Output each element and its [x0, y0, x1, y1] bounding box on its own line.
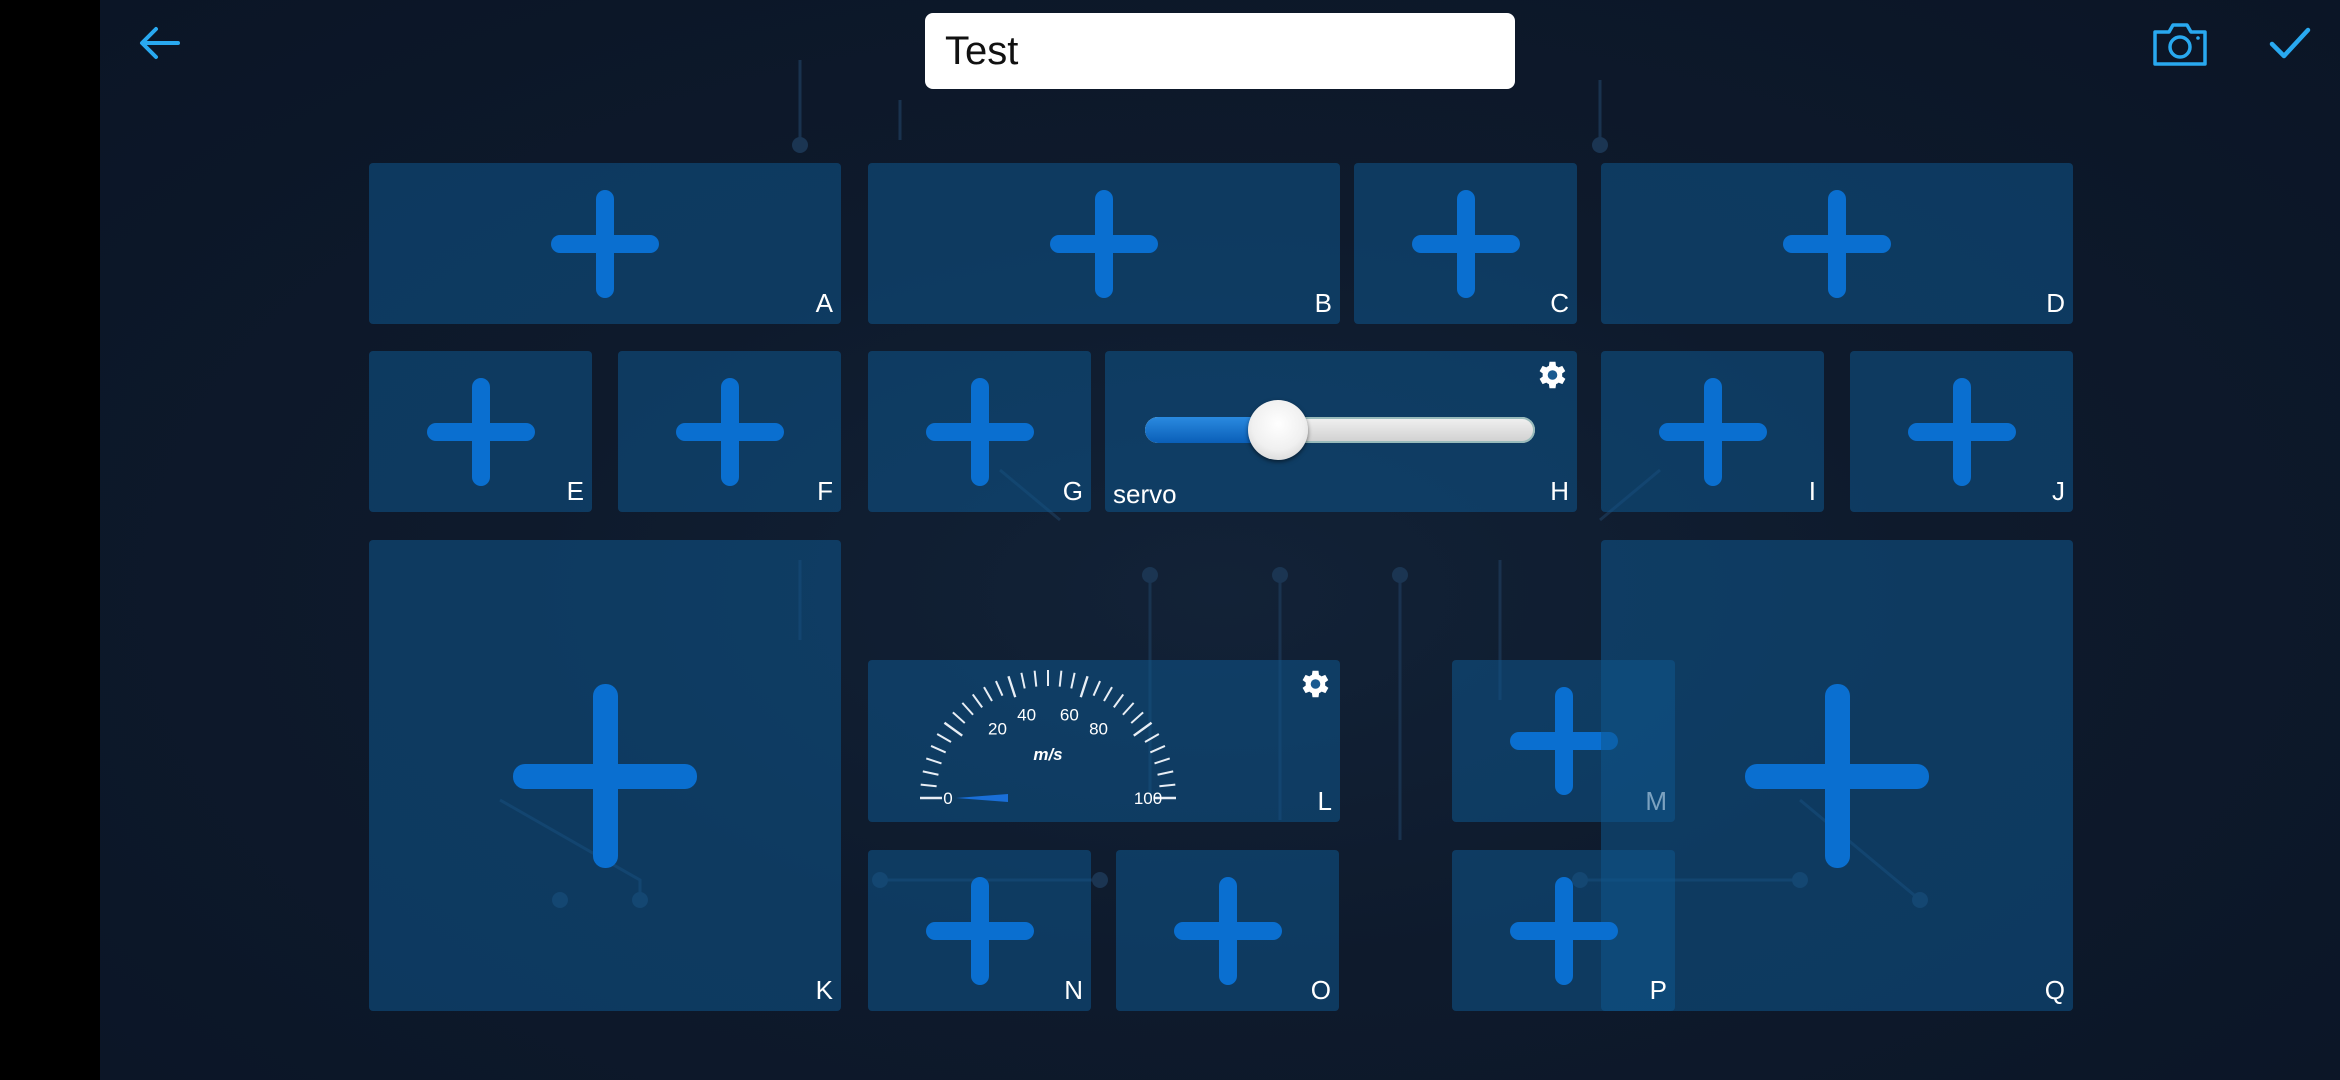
slot-label: D [2046, 288, 2065, 318]
dashboard-title-field[interactable] [925, 13, 1515, 89]
gauge-tick [1103, 686, 1113, 702]
slot-d[interactable]: D [1601, 163, 2073, 324]
plus-icon [513, 683, 697, 868]
gauge-tick [971, 693, 983, 708]
slot-label: B [1314, 288, 1332, 318]
slot-label: P [1649, 975, 1667, 1005]
gauge-tick [983, 686, 993, 702]
camera-icon [2153, 23, 2207, 66]
gauge-tick [922, 770, 939, 776]
slot-n[interactable]: N [868, 850, 1091, 1011]
speedometer-gauge: 0 20 40 60 80 100 m/s [920, 670, 1176, 808]
slot-label: K [815, 975, 833, 1005]
slot-label: E [566, 476, 584, 506]
slot-p[interactable]: P [1452, 850, 1675, 1011]
gauge-tick [1149, 745, 1166, 754]
slot-label: N [1064, 975, 1083, 1005]
slot-g[interactable]: G [868, 351, 1091, 512]
camera-button[interactable] [2140, 4, 2220, 84]
plus-icon [1509, 876, 1618, 985]
gauge-tick [920, 783, 937, 788]
slot-b[interactable]: B [868, 163, 1340, 324]
gauge-unit-label: m/s [1033, 745, 1062, 764]
gauge-tick [1159, 783, 1176, 788]
gauge-tick-label: 100 [1134, 789, 1162, 808]
plus-icon [1783, 189, 1891, 298]
gauge-tick [1133, 721, 1153, 737]
slot-a[interactable]: A [369, 163, 841, 324]
plus-icon [1658, 377, 1767, 486]
slot-label: F [817, 476, 833, 506]
gauge-tick [1007, 675, 1017, 698]
gauge-tick [936, 733, 952, 743]
slot-label: J [2052, 476, 2065, 506]
slot-label: G [1062, 476, 1083, 506]
plus-icon [551, 189, 659, 298]
gauge-tick [1157, 770, 1174, 776]
gauge-tick [1122, 702, 1135, 716]
confirm-button[interactable] [2250, 4, 2330, 84]
gauge-tick [1020, 672, 1026, 689]
gauge-ticks [920, 670, 1176, 800]
gauge-tick [1079, 675, 1089, 698]
back-button[interactable] [120, 3, 200, 83]
plus-icon [426, 377, 535, 486]
slot-f[interactable]: F [618, 351, 841, 512]
dashboard-title-input[interactable] [943, 27, 1497, 75]
slot-label: I [1808, 476, 1816, 506]
gauge-tick [1130, 711, 1144, 724]
plus-icon [925, 876, 1034, 985]
gauge-tick [961, 702, 974, 716]
gauge-tick [925, 757, 942, 765]
plus-icon [675, 377, 784, 486]
slot-o[interactable]: O [1116, 850, 1339, 1011]
plus-icon [1411, 189, 1520, 298]
slot-c[interactable]: C [1354, 163, 1577, 324]
gauge-tick [930, 745, 947, 754]
slot-h-servo-widget[interactable]: servo H [1105, 351, 1577, 512]
slot-l-speedometer-widget[interactable]: 0 20 40 60 80 100 m/s L [868, 660, 1340, 822]
gauge-tick-label: 80 [1089, 719, 1108, 738]
gauge-tick [1144, 733, 1160, 743]
gauge-tick-label: 40 [1017, 706, 1036, 725]
gauge-tick [1033, 670, 1038, 687]
gauge-tick [1092, 680, 1101, 697]
slot-j[interactable]: J [1850, 351, 2073, 512]
plus-icon [1173, 876, 1282, 985]
plus-icon [1745, 683, 1929, 868]
checkmark-icon [2269, 27, 2311, 59]
dashboard-editor-screen: A B C D E F [100, 0, 2340, 1080]
gauge-tick [1058, 670, 1063, 687]
gauge-tick [1154, 757, 1171, 765]
slot-label: C [1550, 288, 1569, 318]
slot-label: H [1550, 476, 1569, 506]
slot-e[interactable]: E [369, 351, 592, 512]
gauge-tick [1113, 693, 1125, 708]
plus-icon [1907, 377, 2016, 486]
gauge-tick [943, 721, 963, 737]
slot-label: O [1310, 975, 1331, 1005]
servo-name-label: servo [1113, 479, 1177, 509]
gear-icon[interactable] [1533, 357, 1569, 393]
gauge-tick [995, 680, 1004, 697]
plus-icon [1050, 189, 1158, 298]
gauge-needle [956, 794, 1008, 802]
slot-label: A [815, 288, 833, 318]
gauge-tick-label: 20 [988, 719, 1007, 738]
gear-icon[interactable] [1296, 666, 1332, 702]
gauge-tick [1070, 672, 1076, 689]
gauge-tick [952, 711, 966, 724]
gauge-tick-label: 0 [943, 789, 952, 808]
plus-icon [925, 377, 1034, 486]
slot-i[interactable]: I [1601, 351, 1824, 512]
gauge-tick-label: 60 [1060, 706, 1079, 725]
slot-label: L [1317, 786, 1332, 816]
servo-slider-thumb[interactable] [1248, 400, 1308, 460]
slot-label: Q [2044, 975, 2065, 1005]
servo-slider[interactable] [1145, 400, 1535, 460]
arrow-left-icon [140, 27, 180, 59]
slot-k[interactable]: K [369, 540, 841, 1011]
